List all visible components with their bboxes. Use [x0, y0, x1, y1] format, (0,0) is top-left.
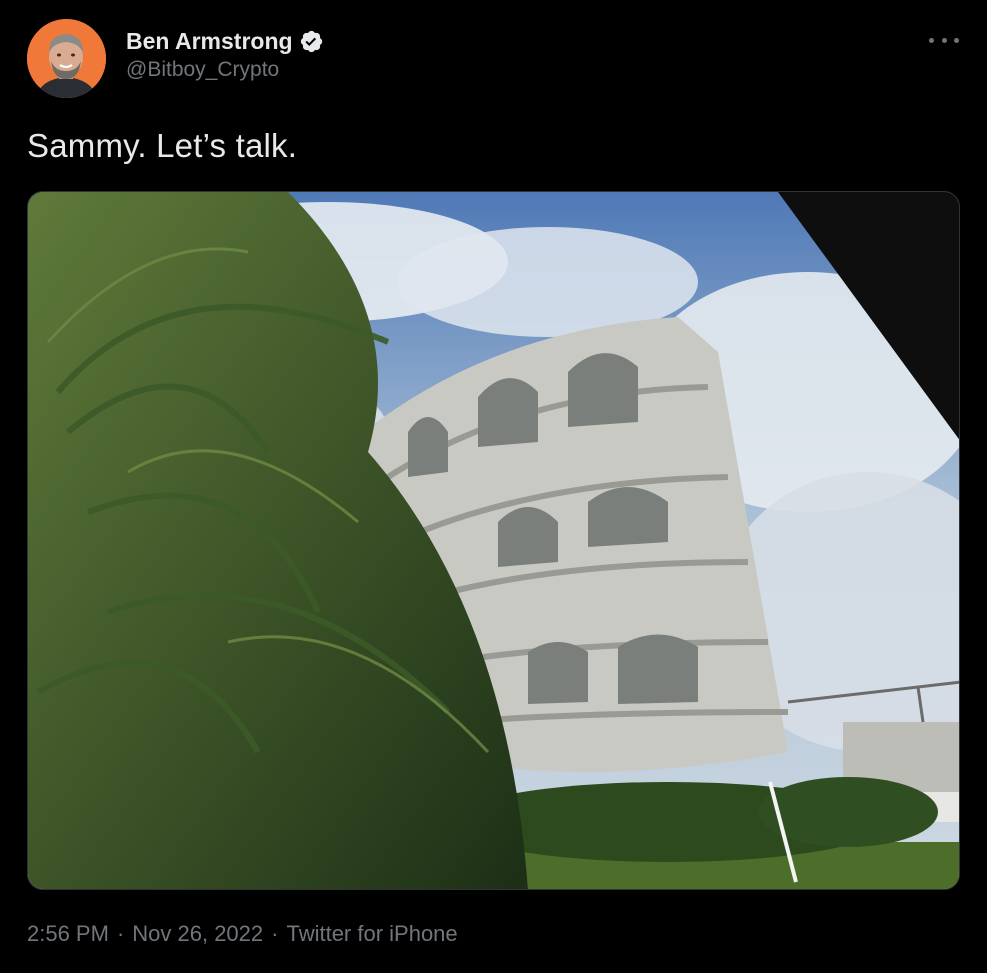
display-name[interactable]: Ben Armstrong [126, 28, 293, 55]
separator: · [271, 921, 279, 946]
avatar[interactable] [27, 19, 106, 98]
verified-badge-icon [299, 29, 324, 54]
tweet-photo[interactable] [27, 191, 960, 890]
separator: · [116, 921, 125, 946]
name-row: Ben Armstrong [126, 26, 324, 56]
timestamp-date[interactable]: Nov 26, 2022 [132, 921, 263, 947]
tweet-source[interactable]: Twitter for iPhone [286, 921, 457, 947]
timestamp-time[interactable]: 2:56 PM [27, 921, 109, 947]
tweet-text: Sammy. Let’s talk. [27, 127, 298, 164]
more-dot [929, 37, 934, 43]
handle[interactable]: @Bitboy_Crypto [126, 58, 324, 82]
more-dots-icon[interactable] [929, 28, 959, 52]
tweet-meta: 2:56 PM · Nov 26, 2022 · Twitter for iPh… [27, 921, 458, 947]
photo-image [28, 192, 959, 889]
more-dot [954, 37, 959, 43]
author-block: Ben Armstrong @Bitboy_Crypto [126, 26, 324, 82]
avatar-image [27, 19, 106, 98]
tweet: Ben Armstrong @Bitboy_Crypto Sammy. Let’… [0, 0, 987, 973]
more-dot [941, 37, 947, 43]
